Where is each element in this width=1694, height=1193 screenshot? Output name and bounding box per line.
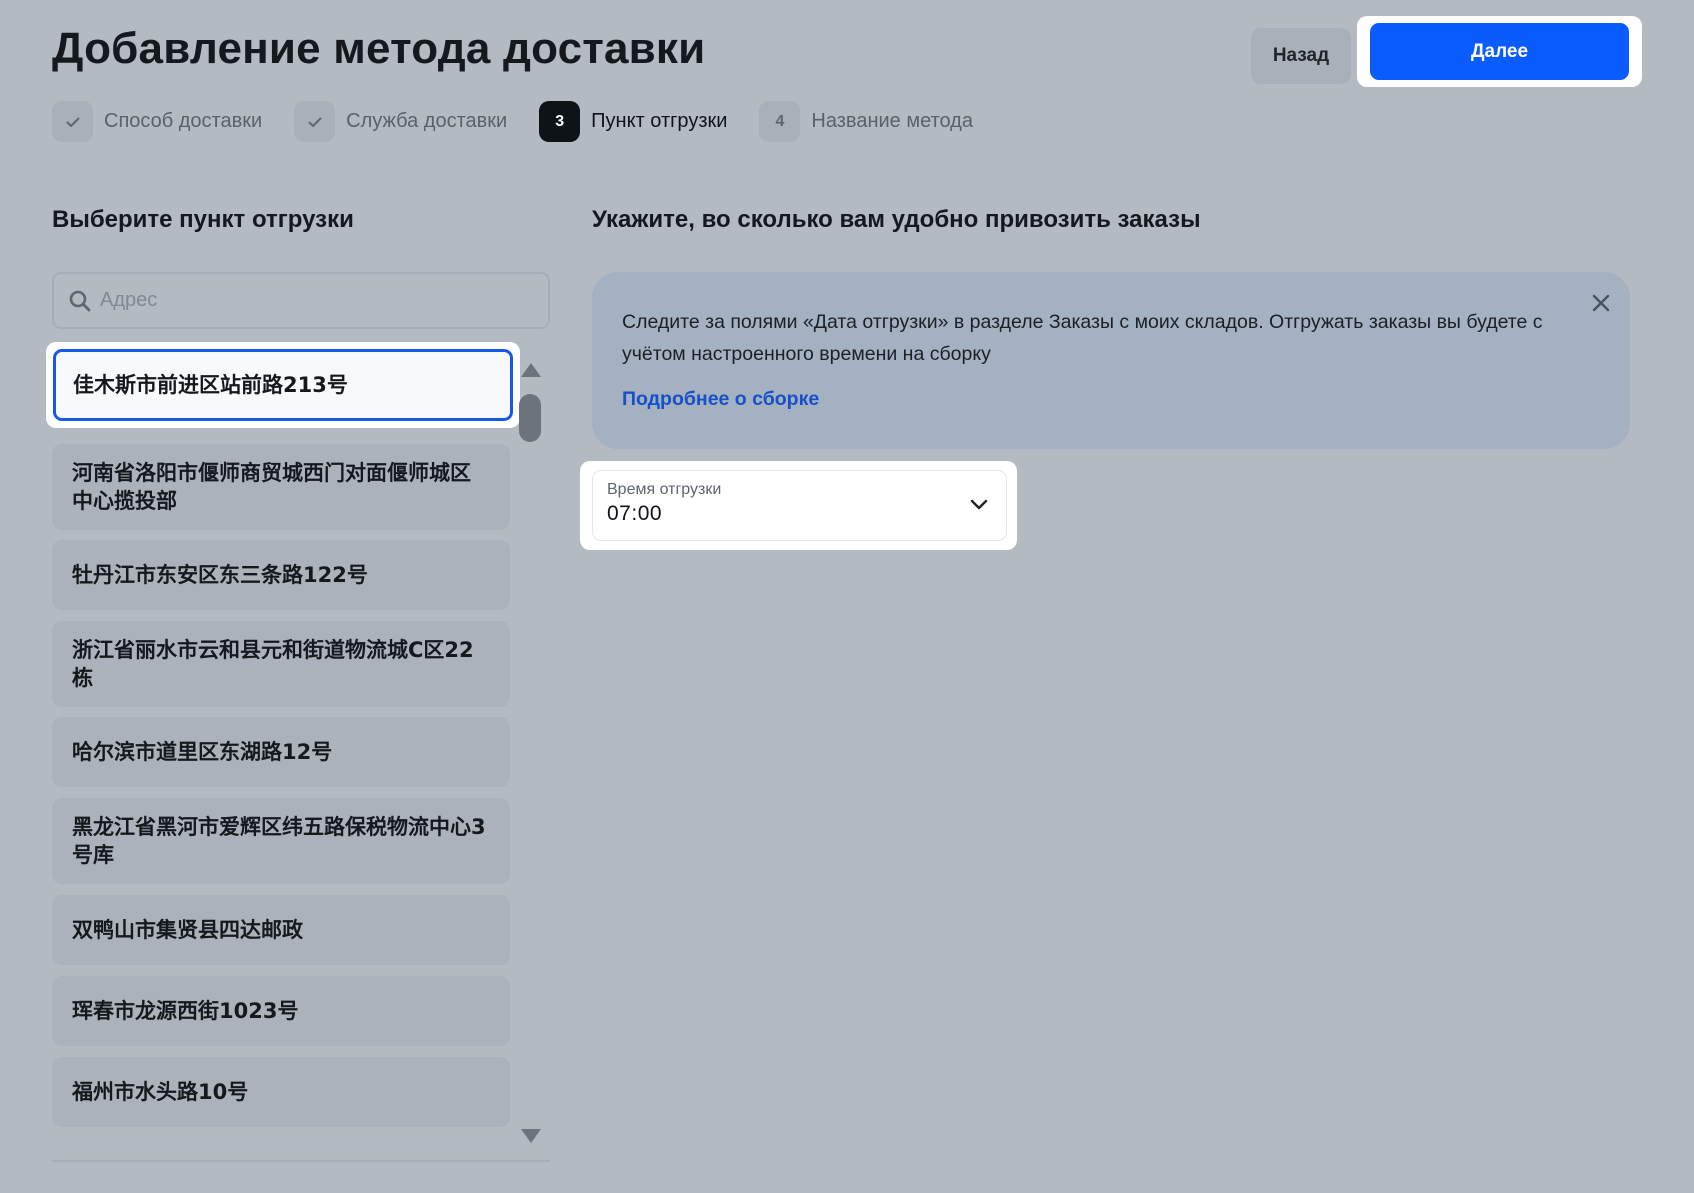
list-item-selected[interactable]: 佳木斯市前进区站前路213号 bbox=[46, 342, 520, 428]
step-method-name[interactable]: 4 Название метода bbox=[759, 101, 973, 142]
list-item[interactable]: 河南省洛阳市偃师商贸城西门对面偃师城区中心揽投部 bbox=[52, 444, 510, 530]
shipping-point-title: Выберите пункт отгрузки bbox=[52, 206, 354, 233]
time-value: 07:00 bbox=[607, 502, 663, 525]
chevron-down-icon bbox=[970, 499, 988, 510]
scrollbar-thumb[interactable] bbox=[519, 394, 541, 442]
step-label: Способ доставки bbox=[104, 110, 263, 132]
list-item[interactable]: 浙江省丽水市云和县元和街道物流城C区22栋 bbox=[52, 621, 510, 707]
step-label: Служба доставки bbox=[346, 110, 508, 132]
list-item[interactable]: 哈尔滨市道里区东湖路12号 bbox=[52, 717, 510, 787]
scroll-down-arrow-icon[interactable] bbox=[520, 1128, 542, 1144]
time-section-title: Укажите, во сколько вам удобно привозить… bbox=[592, 206, 1201, 233]
assembly-info-link[interactable]: Подробнее о сборке bbox=[622, 388, 1600, 411]
search-placeholder: Адрес bbox=[100, 289, 158, 311]
list-item[interactable]: 牡丹江市东安区东三条路122号 bbox=[52, 540, 510, 610]
search-icon bbox=[69, 290, 91, 311]
shipping-time-highlight: Время отгрузки 07:00 bbox=[580, 461, 1017, 550]
list-item[interactable]: 黑龙江省黑河市爱辉区纬五路保税物流中心3号库 bbox=[52, 798, 510, 884]
scrollbar[interactable] bbox=[518, 356, 544, 1152]
page-title: Добавление метода доставки bbox=[52, 24, 706, 73]
list-item[interactable]: 福州市水头路10号 bbox=[52, 1057, 510, 1127]
step-label: Пункт отгрузки bbox=[591, 110, 728, 132]
scroll-up-arrow-icon[interactable] bbox=[520, 362, 542, 378]
back-button[interactable]: Назад bbox=[1251, 27, 1351, 84]
list-item[interactable]: 珲春市龙源西街1023号 bbox=[52, 976, 510, 1046]
check-icon bbox=[294, 101, 336, 142]
list-item[interactable]: 双鸭山市集贤县四达邮政 bbox=[52, 895, 510, 965]
step-shipping-point[interactable]: 3 Пункт отгрузки bbox=[539, 101, 727, 142]
header-actions: Назад Далее bbox=[1251, 16, 1642, 87]
check-icon bbox=[52, 101, 93, 142]
step-number: 3 bbox=[539, 101, 581, 142]
step-label: Название метода bbox=[811, 110, 973, 132]
time-label: Время отгрузки bbox=[607, 481, 722, 498]
step-delivery-service[interactable]: Служба доставки bbox=[294, 101, 507, 142]
search-input[interactable]: Адрес bbox=[52, 272, 550, 329]
info-text: Следите за полями «Дата отгрузки» в разд… bbox=[622, 311, 1543, 365]
info-banner: Следите за полями «Дата отгрузки» в разд… bbox=[592, 272, 1630, 449]
list-item-label: 佳木斯市前进区站前路213号 bbox=[53, 349, 513, 421]
list-divider bbox=[52, 1160, 550, 1162]
stepper: Способ доставки Служба доставки 3 Пункт … bbox=[52, 101, 1005, 142]
shipping-time-select[interactable]: Время отгрузки 07:00 bbox=[592, 470, 1007, 541]
step-number: 4 bbox=[759, 101, 801, 142]
step-delivery-method[interactable]: Способ доставки bbox=[52, 101, 262, 142]
close-icon[interactable] bbox=[1592, 294, 1610, 312]
next-button-highlight: Далее bbox=[1357, 16, 1642, 87]
next-button[interactable]: Далее bbox=[1370, 23, 1629, 80]
